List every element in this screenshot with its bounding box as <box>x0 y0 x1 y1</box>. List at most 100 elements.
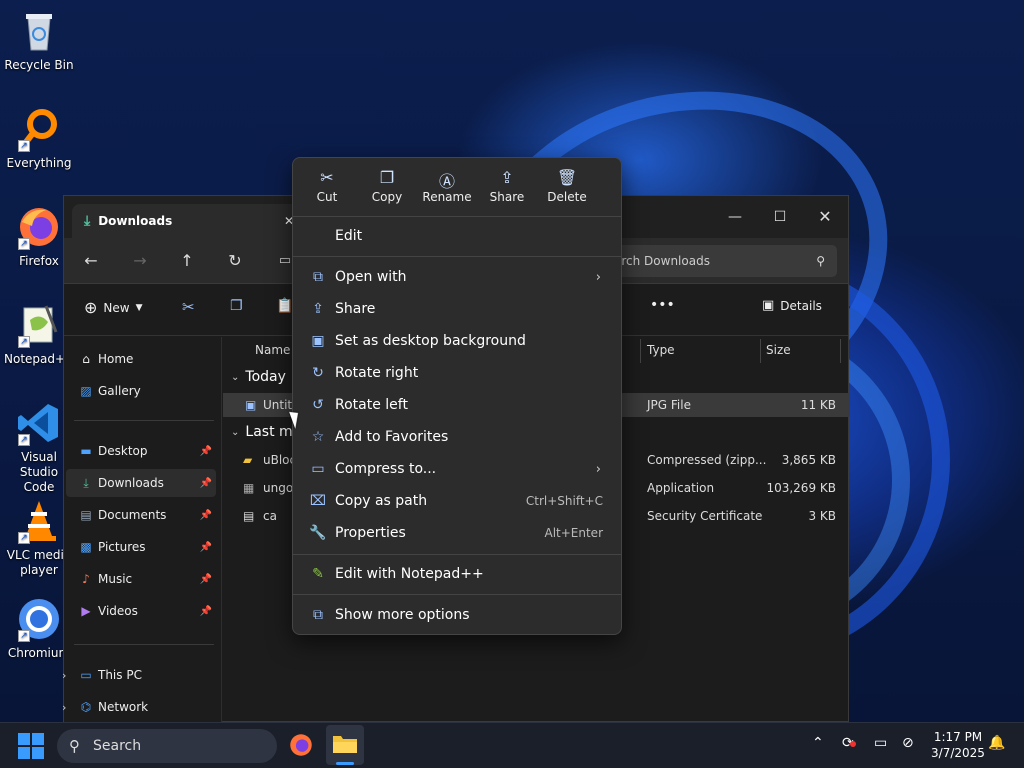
copy-path-icon: ⌧ <box>309 493 327 509</box>
nav-item-network[interactable]: › ⌬ Network <box>62 693 216 721</box>
star-icon: ☆ <box>311 429 325 445</box>
menu-item-compress-to[interactable]: ▭ Compress to... › <box>297 453 617 485</box>
start-button[interactable] <box>18 733 44 759</box>
details-button[interactable]: ▣ Details <box>762 298 822 313</box>
nav-label: Network <box>98 700 149 714</box>
column-header-type[interactable]: Type <box>647 343 675 357</box>
nav-item-downloads[interactable]: ⤓ Downloads 📌 <box>66 469 216 497</box>
nav-label: Downloads <box>98 476 164 490</box>
menu-item-set-desktop-background[interactable]: ▣ Set as desktop background <box>297 325 617 357</box>
nav-divider <box>74 420 214 421</box>
column-header-name[interactable]: Name <box>255 343 290 357</box>
pictures-icon: ▩ <box>80 540 92 554</box>
menu-item-rotate-right[interactable]: ↻ Rotate right <box>297 357 617 389</box>
desktop-icon-everything[interactable]: ↗ Everything <box>4 106 74 171</box>
column-header-size[interactable]: Size <box>766 343 791 357</box>
show-hidden-icons-chevron-icon[interactable]: ⌃ <box>812 735 824 751</box>
menu-item-share[interactable]: ⇪ Share <box>297 293 617 325</box>
close-window-button[interactable]: ✕ <box>802 202 848 232</box>
up-arrow-icon[interactable]: ↑ <box>171 246 203 276</box>
copy-icon: ❐ <box>379 168 395 187</box>
nav-item-music[interactable]: ♪ Music 📌 <box>66 565 216 593</box>
desktop-background-icon: ▣ <box>311 333 325 349</box>
menu-item-properties[interactable]: 🔧 Properties Alt+Enter <box>297 517 617 549</box>
column-divider[interactable] <box>840 339 841 363</box>
taskbar-search-box[interactable]: ⚲ Search <box>57 729 277 763</box>
shortcut-arrow-icon: ↗ <box>18 140 30 152</box>
back-arrow-icon[interactable]: ← <box>75 246 107 276</box>
volume-muted-icon[interactable]: ⊘ <box>902 735 914 751</box>
column-divider[interactable] <box>760 339 761 363</box>
menu-item-copy-as-path[interactable]: ⌧ Copy as path Ctrl+Shift+C <box>297 485 617 517</box>
menu-item-add-to-favorites[interactable]: ☆ Add to Favorites <box>297 421 617 453</box>
nav-item-home[interactable]: ⌂ Home <box>66 345 216 373</box>
menu-item-open-with[interactable]: ⧉ Open with › <box>297 261 617 293</box>
search-input[interactable]: Search Downloads ⚲ <box>587 245 837 277</box>
context-menu: ✂ Cut ❐ Copy Ⓐ Rename ⇪ Share 🗑 Delete E… <box>292 157 622 635</box>
network-display-icon[interactable]: ▭ <box>874 735 887 751</box>
delete-button[interactable]: 🗑 Delete <box>537 168 597 204</box>
paste-icon[interactable]: 📋 <box>276 298 293 314</box>
copy-button[interactable]: ❐ Copy <box>357 168 417 204</box>
menu-item-shortcut: Ctrl+Shift+C <box>525 494 603 508</box>
rename-button[interactable]: Ⓐ Rename <box>417 168 477 204</box>
pin-icon: 📌 <box>199 573 212 585</box>
desktop-icon-label: Visual Studio Code <box>19 450 59 494</box>
share-label: Share <box>489 190 525 204</box>
forward-arrow-icon[interactable]: → <box>124 246 156 276</box>
column-divider[interactable] <box>640 339 641 363</box>
group-header-today[interactable]: ⌄ Today <box>231 369 286 385</box>
copy-icon[interactable]: ❐ <box>230 298 243 314</box>
copy-label: Copy <box>371 190 403 204</box>
pin-icon: 📌 <box>199 541 212 553</box>
maximize-button[interactable]: ☐ <box>757 202 803 232</box>
chevron-down-icon: ⌄ <box>231 426 240 438</box>
documents-icon: ▤ <box>80 508 92 522</box>
nav-item-this-pc[interactable]: › ▭ This PC <box>62 661 216 689</box>
search-icon: ⚲ <box>69 737 80 755</box>
share-icon: ⇪ <box>500 168 514 187</box>
refresh-icon[interactable]: ↻ <box>219 246 251 276</box>
menu-divider <box>293 594 621 595</box>
zip-folder-icon: ▭ <box>311 461 325 477</box>
menu-divider <box>293 216 621 217</box>
this-pc-icon: ▭ <box>80 668 92 682</box>
notification-bell-icon[interactable]: 🔔 <box>988 735 1005 751</box>
see-more-button[interactable]: ••• <box>650 297 675 313</box>
pin-icon: 📌 <box>199 509 212 521</box>
rename-label: Rename <box>422 190 472 204</box>
rotate-right-icon: ↻ <box>312 365 324 381</box>
menu-item-show-more-options[interactable]: ⧉ Show more options <box>297 599 617 631</box>
cut-icon[interactable]: ✂ <box>182 298 195 316</box>
share-button[interactable]: ⇪ Share <box>477 168 537 204</box>
file-type: Security Certificate <box>647 509 763 523</box>
cut-icon: ✂ <box>320 168 334 187</box>
nav-item-documents[interactable]: ▤ Documents 📌 <box>66 501 216 529</box>
group-header-last-month[interactable]: ⌄ Last mo <box>231 424 301 440</box>
navigation-pane: ⌂ Home ▨ Gallery ▬ Desktop 📌 ⤓ Downloads… <box>62 337 222 723</box>
taskbar-firefox-button[interactable] <box>288 732 314 762</box>
new-button[interactable]: ⊕ New ▼ <box>84 298 143 317</box>
nav-label: Desktop <box>98 444 148 458</box>
open-with-icon: ⧉ <box>313 269 323 285</box>
system-clock[interactable]: 1:17 PM 3/7/2025 <box>928 729 988 761</box>
menu-item-rotate-left[interactable]: ↺ Rotate left <box>297 389 617 421</box>
sync-icon[interactable]: ⟳ <box>842 735 856 751</box>
music-icon: ♪ <box>82 572 90 586</box>
cut-button[interactable]: ✂ Cut <box>297 168 357 204</box>
tab-downloads[interactable]: ⤓ Downloads ✕ <box>72 204 304 238</box>
nav-label: Pictures <box>98 540 146 554</box>
menu-item-edit[interactable]: Edit <box>297 220 617 252</box>
menu-item-label: Set as desktop background <box>335 333 526 349</box>
nav-item-videos[interactable]: ▶ Videos 📌 <box>66 597 216 625</box>
minimize-button[interactable]: — <box>712 202 758 232</box>
nav-item-pictures[interactable]: ▩ Pictures 📌 <box>66 533 216 561</box>
menu-divider <box>293 256 621 257</box>
desktop-icon-recycle-bin[interactable]: Recycle Bin <box>4 8 74 73</box>
nav-item-desktop[interactable]: ▬ Desktop 📌 <box>66 437 216 465</box>
menu-item-edit-with-notepadpp[interactable]: ✎ Edit with Notepad++ <box>297 558 617 590</box>
quick-actions-bar: ✂ Cut ❐ Copy Ⓐ Rename ⇪ Share 🗑 Delete <box>293 158 621 214</box>
taskbar-file-explorer-button[interactable] <box>326 725 364 765</box>
nav-item-gallery[interactable]: ▨ Gallery <box>66 377 216 405</box>
menu-item-label: Compress to... <box>335 461 437 477</box>
